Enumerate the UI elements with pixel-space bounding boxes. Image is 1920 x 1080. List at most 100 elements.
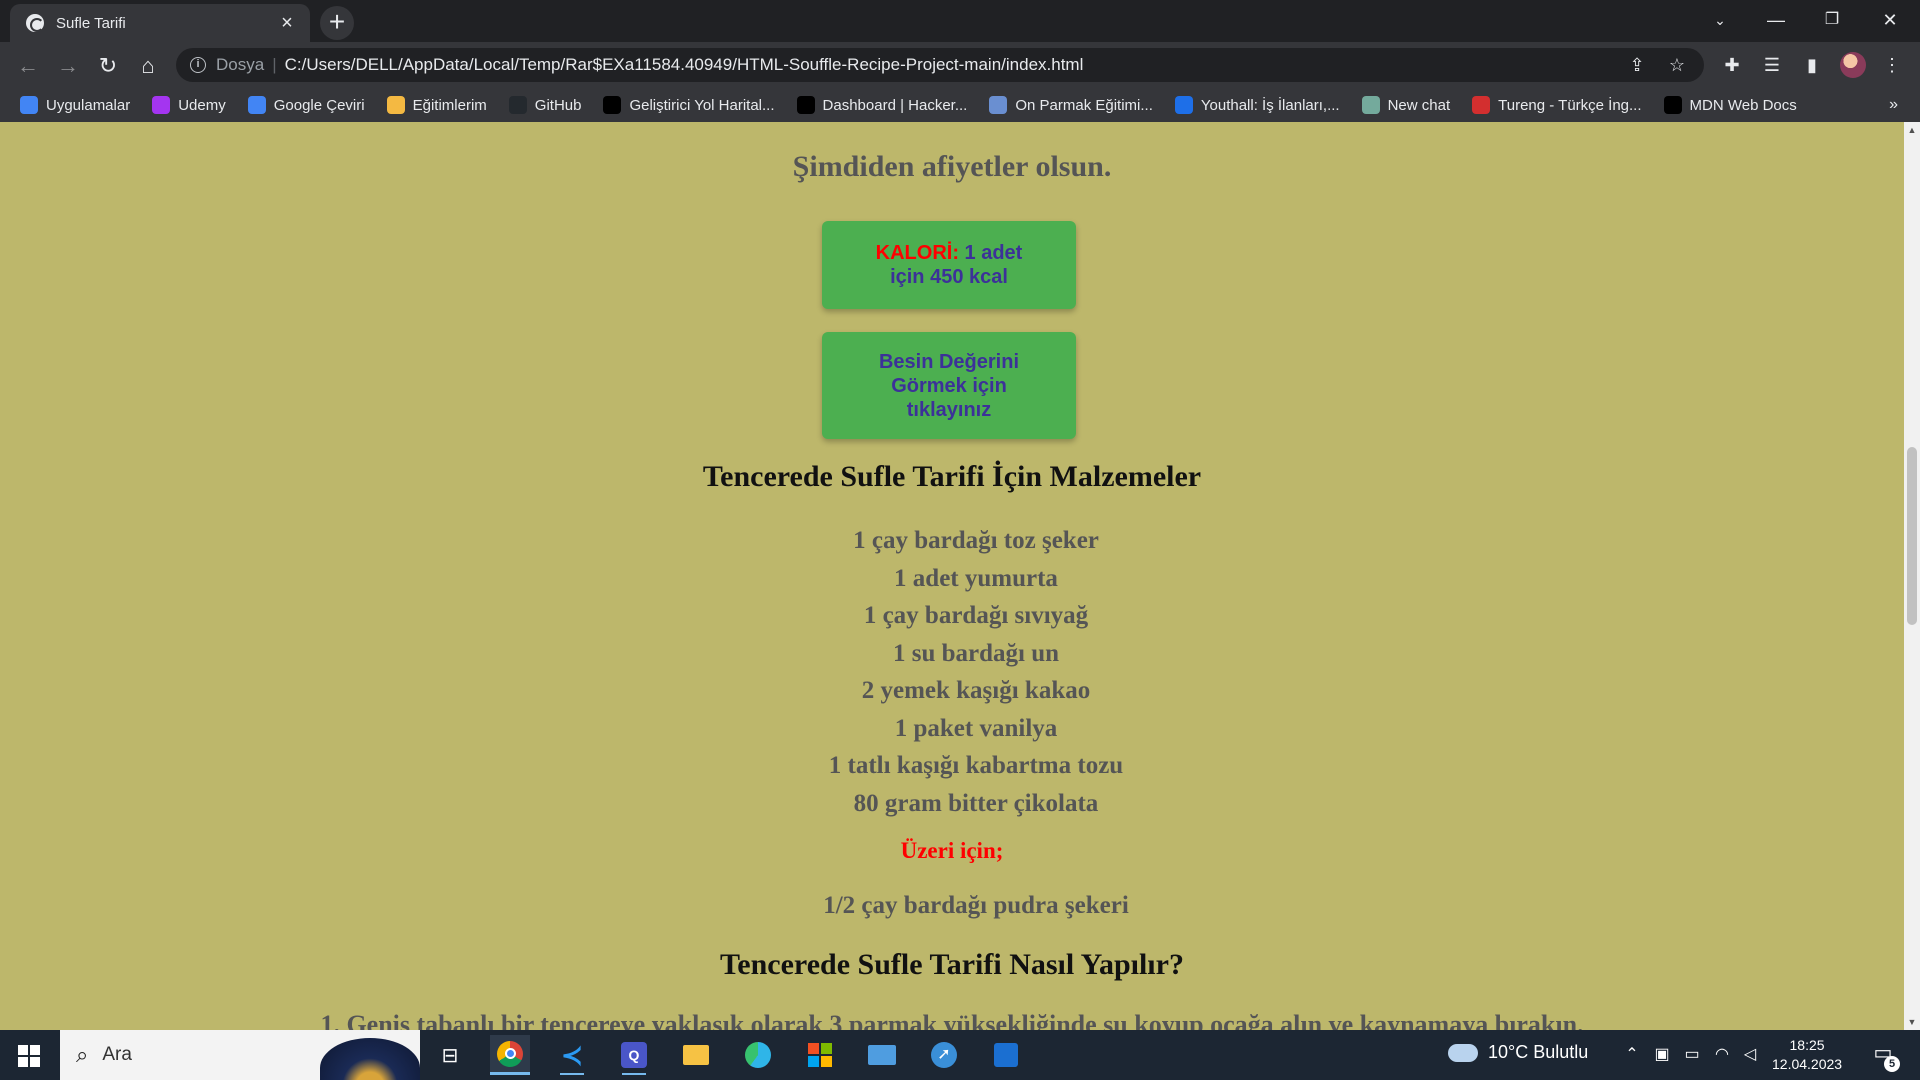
mdn-icon	[1663, 96, 1682, 114]
bookmark-label: GitHub	[534, 96, 582, 114]
calorie-label: KALORİ:	[875, 242, 959, 264]
ingredient-item: 80 gram bitter çikolata	[853, 789, 1099, 817]
bookmark-item[interactable]: On Parmak Eğitimi...	[989, 96, 1153, 114]
taskbar-clock[interactable]: 18:25 12.04.2023	[1772, 1036, 1842, 1074]
bookmark-label: Dashboard | Hacker...	[822, 96, 968, 114]
extensions-puzzle-icon[interactable]: ✚	[1720, 53, 1744, 77]
page-viewport: Şimdiden afiyetler olsun. KALORİ: 1 adet…	[0, 122, 1904, 1030]
browser-toolbar: ← → ↻ ⌂ i Dosya | C:/Users/DELL/AppData/…	[0, 42, 1920, 88]
method-step: 1. Geniş tabanlı bir tencereye yaklaşık …	[320, 1010, 1584, 1030]
windows-taskbar: ⌕ Ara ⊟ ≺ Q ➚ 10°C Bulutlu ⌃ ▣ ▭ ◠ ◁ 18:…	[0, 1030, 1920, 1080]
bookmark-label: On Parmak Eğitimi...	[1015, 96, 1153, 114]
google-translate-icon	[247, 96, 266, 114]
file-explorer-icon[interactable]	[676, 1035, 716, 1075]
scroll-up-arrow-icon[interactable]: ▲	[1904, 122, 1920, 138]
search-placeholder: Ara	[102, 1044, 132, 1065]
bookmark-item[interactable]: GitHub	[508, 96, 582, 114]
bookmark-item[interactable]: Tureng - Türkçe İng...	[1472, 96, 1642, 114]
roadmap-icon	[603, 96, 622, 114]
tureng-icon	[1472, 96, 1491, 114]
tab-search-chevron-icon[interactable]: ⌄	[1696, 4, 1744, 36]
restore-icon[interactable]: ❐	[1808, 4, 1856, 36]
ingredient-item: 1 çay bardağı sıvıyağ	[863, 602, 1089, 629]
edge-icon[interactable]	[738, 1035, 778, 1075]
battery-icon[interactable]: ▭	[1682, 1044, 1702, 1064]
menu-dots-icon[interactable]: ⋮	[1880, 53, 1904, 77]
bookmark-item[interactable]: Youthall: İş İlanları,...	[1174, 96, 1340, 114]
bookmark-label: Tureng - Türkçe İng...	[1498, 96, 1642, 114]
close-tab-icon[interactable]: ×	[276, 13, 298, 33]
taskbar-search[interactable]: ⌕ Ara	[60, 1030, 420, 1080]
search-highlight-image	[320, 1038, 420, 1080]
new-tab-button[interactable]: +	[320, 6, 354, 40]
side-panel-icon[interactable]: ▮	[1800, 53, 1824, 77]
weather-widget[interactable]: 10°C Bulutlu	[1448, 1042, 1588, 1063]
back-arrow-icon[interactable]: ←	[12, 50, 44, 82]
globe-icon	[26, 14, 44, 32]
clock-date: 12.04.2023	[1772, 1056, 1843, 1072]
home-icon[interactable]: ⌂	[132, 50, 164, 82]
mail-icon[interactable]	[862, 1035, 902, 1075]
browser-tab[interactable]: Sufle Tarifi ×	[10, 4, 310, 42]
bookmark-item[interactable]: Geliştirici Yol Harital...	[603, 96, 775, 114]
show-hidden-icons-chevron-icon[interactable]: ⌃	[1622, 1044, 1642, 1064]
bookmark-item[interactable]: New chat	[1361, 96, 1451, 114]
calorie-button[interactable]: KALORİ: 1 adet için 450 kcal	[822, 221, 1076, 309]
ingredient-item: 1 tatlı kaşığı kabartma tozu	[828, 752, 1124, 779]
bookmark-item[interactable]: Eğitimlerim	[386, 96, 487, 114]
chatgpt-icon	[1361, 96, 1380, 114]
compass-app-icon[interactable]: ➚	[924, 1035, 964, 1075]
meet-now-icon[interactable]: ▣	[1652, 1044, 1672, 1064]
cloud-icon	[1448, 1043, 1478, 1062]
topping-item: 1/2 çay bardağı pudra şekeri	[823, 892, 1129, 919]
url-text[interactable]: C:/Users/DELL/AppData/Local/Temp/Rar$EXa…	[285, 55, 1084, 75]
scrollbar-thumb[interactable]	[1907, 447, 1917, 625]
microsoft-store-icon[interactable]	[800, 1035, 840, 1075]
task-view-icon[interactable]: ⊟	[430, 1035, 470, 1075]
media-queue-icon[interactable]: ☰	[1760, 53, 1784, 77]
profile-avatar[interactable]	[1840, 52, 1866, 78]
forward-arrow-icon[interactable]: →	[52, 50, 84, 82]
minimize-icon[interactable]: —	[1752, 4, 1800, 36]
bookmark-item[interactable]: Dashboard | Hacker...	[796, 96, 968, 114]
scroll-down-arrow-icon[interactable]: ▼	[1904, 1014, 1920, 1030]
ingredient-item: 1 paket vanilya	[894, 714, 1058, 742]
bookmarks-overflow-button[interactable]: »	[1889, 88, 1898, 122]
tab-strip: Sufle Tarifi × + ⌄ — ❐ ✕	[0, 0, 1920, 42]
bookmark-star-icon[interactable]: ☆	[1666, 54, 1688, 76]
bookmark-item[interactable]: Udemy	[152, 96, 226, 114]
address-bar[interactable]: i Dosya | C:/Users/DELL/AppData/Local/Te…	[176, 48, 1704, 82]
ingredient-item: 1 su bardağı un	[892, 639, 1060, 667]
bookmark-item[interactable]: Google Çeviri	[247, 96, 365, 114]
info-icon[interactable]: i	[190, 57, 206, 73]
qt-app-icon[interactable]: Q	[614, 1035, 654, 1075]
bookmark-label: Eğitimlerim	[412, 96, 487, 114]
blue-app-icon[interactable]	[986, 1035, 1026, 1075]
bookmark-item[interactable]: MDN Web Docs	[1663, 96, 1797, 114]
bookmark-item[interactable]: Uygulamalar	[20, 96, 130, 114]
url-scheme-label: Dosya	[216, 55, 265, 74]
nutrition-info-button[interactable]: Besin Değerini Görmek için tıklayınız	[822, 332, 1076, 439]
vscode-icon[interactable]: ≺	[552, 1035, 592, 1075]
search-icon: ⌕	[76, 1042, 89, 1067]
windows-start-icon[interactable]	[18, 1045, 40, 1067]
volume-icon[interactable]: ◁	[1740, 1044, 1760, 1064]
youthall-icon	[1174, 96, 1193, 114]
reload-icon[interactable]: ↻	[92, 50, 124, 82]
bookmark-label: New chat	[1387, 96, 1451, 114]
ingredients-list: 1 çay bardağı toz şeker 1 adet yumurta 1 ç…	[0, 522, 1904, 822]
github-icon	[508, 96, 527, 114]
hackerrank-icon	[796, 96, 815, 114]
vertical-scrollbar[interactable]: ▲ ▼	[1904, 122, 1920, 1030]
notification-count-badge: 5	[1884, 1056, 1900, 1072]
chrome-icon[interactable]	[490, 1035, 530, 1075]
ingredient-item: 2 yemek kaşığı kakao	[861, 677, 1091, 704]
wifi-icon[interactable]: ◠	[1712, 1044, 1732, 1064]
closing-line: Şimdiden afiyetler olsun.	[792, 150, 1112, 183]
share-icon[interactable]: ⇪	[1626, 54, 1648, 76]
ingredient-item: 1 adet yumurta	[894, 564, 1058, 592]
close-window-icon[interactable]: ✕	[1866, 4, 1914, 36]
circle-icon	[386, 96, 405, 114]
topping-label: Üzeri için;	[900, 838, 1004, 863]
apps-grid-icon	[20, 96, 38, 114]
